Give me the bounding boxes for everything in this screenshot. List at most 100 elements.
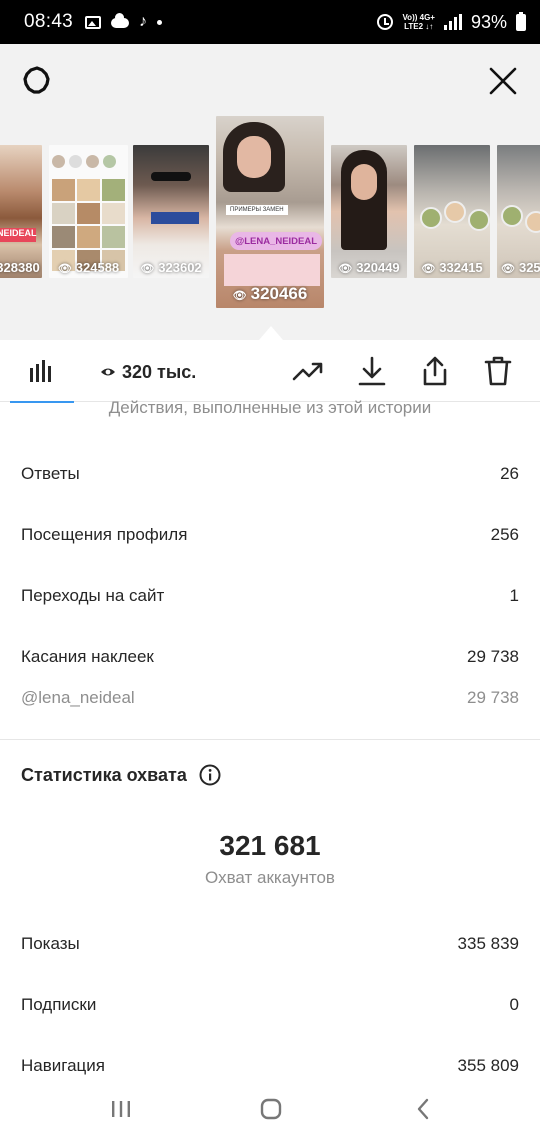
- stat-value: 26: [500, 464, 519, 483]
- delete-button[interactable]: [482, 355, 514, 387]
- status-bar: 08:43 ♪ Vo)) 4G+ LTE2 ↓↑ 93%: [0, 0, 540, 44]
- stat-label: Посещения профиля: [21, 525, 188, 544]
- story-tag: NEIDEAL: [0, 228, 37, 242]
- network-bottom-label: LTE2 ↓↑: [404, 22, 434, 31]
- photo-grid: [52, 179, 125, 271]
- stat-row-follows: Подписки 0: [21, 995, 519, 1015]
- actions-subtitle: Действия, выполненные из этой истории: [108, 398, 432, 417]
- story-thumbnail[interactable]: 👁 324588: [49, 145, 128, 278]
- network-indicator: Vo)) 4G+ LTE2 ↓↑: [402, 13, 435, 31]
- stat-label: Навигация: [21, 1056, 105, 1075]
- back-icon: [417, 1098, 429, 1120]
- story-views-count: 320466: [250, 284, 308, 303]
- eye-icon: 👁: [232, 290, 247, 302]
- views-count-label: 320 тыс.: [122, 361, 197, 382]
- story-views: 👁 320466: [216, 284, 324, 304]
- accounts-reached-label: Охват аккаунтов: [205, 868, 335, 887]
- stat-value: 1: [509, 586, 519, 605]
- profile-avatars: [52, 150, 125, 172]
- recent-apps-button[interactable]: [106, 1094, 136, 1124]
- stat-label: Касания наклеек: [21, 647, 154, 666]
- tab-insights[interactable]: [10, 340, 74, 403]
- story-thumbnail[interactable]: 👁 323602: [133, 145, 209, 278]
- story-image-detail: [223, 122, 285, 192]
- story-views-count: 328380: [0, 260, 40, 275]
- share-button[interactable]: [419, 355, 451, 387]
- stat-value: 29 738: [467, 688, 519, 707]
- story-thumbnail[interactable]: 👁 332415: [414, 145, 490, 278]
- eye-icon: 👁: [338, 263, 353, 275]
- views-count[interactable]: 320 тыс.: [100, 360, 196, 384]
- stat-label: Подписки: [21, 995, 97, 1014]
- story-image-detail: [341, 150, 387, 250]
- story-views: 👁 324588: [49, 260, 128, 275]
- stat-value: 29 738: [467, 647, 519, 666]
- stat-row-sticker-mention[interactable]: @lena_neideal 29 738: [21, 688, 519, 708]
- story-thumbnail-active[interactable]: ПРИМЕРЫ ЗАМЕН @LENA_NEIDEAL 👁 320466: [216, 116, 324, 308]
- share-icon: [423, 356, 447, 386]
- info-icon[interactable]: [199, 764, 221, 786]
- story-image-detail: [468, 209, 490, 231]
- settings-button[interactable]: [20, 64, 54, 98]
- eye-icon: 👁: [501, 263, 515, 275]
- story-views-count: 320449: [356, 260, 400, 275]
- eye-icon: [101, 368, 115, 376]
- bar-chart-icon: [30, 360, 51, 382]
- stat-label: Ответы: [21, 464, 80, 483]
- network-top-label: Vo)) 4G+: [402, 13, 435, 22]
- promote-button[interactable]: [292, 355, 324, 387]
- story-thumbnail[interactable]: 👁 325: [497, 145, 540, 278]
- cloud-icon: [111, 13, 130, 28]
- insights-toolbar: 320 тыс.: [0, 340, 540, 403]
- settings-gear-icon: [23, 66, 50, 94]
- stat-value: 256: [490, 525, 519, 544]
- system-navigation-bar: [0, 1080, 540, 1140]
- reach-section-title: Статистика охвата: [21, 764, 221, 786]
- story-views-count: 325: [518, 260, 540, 275]
- home-icon: [260, 1098, 282, 1120]
- eye-icon: 👁: [140, 263, 155, 275]
- download-button[interactable]: [356, 355, 388, 387]
- story-views: 👁 323602: [133, 260, 209, 275]
- story-text-box: [224, 254, 320, 286]
- recent-apps-icon: [112, 1101, 130, 1117]
- story-preview-area: NEIDEAL 328380 👁 324588 👁 323602 ПРИМЕРЫ З…: [0, 44, 540, 340]
- notification-dot-icon: [157, 19, 163, 25]
- story-thumbnail[interactable]: NEIDEAL 328380: [0, 145, 42, 278]
- story-views: 👁 332415: [414, 260, 490, 275]
- download-icon: [358, 356, 386, 386]
- eye-icon: 👁: [421, 263, 436, 275]
- stat-row-replies: Ответы 26: [21, 464, 519, 484]
- story-image-detail: [151, 212, 199, 224]
- close-icon: [489, 67, 517, 95]
- stat-row-profile-visits: Посещения профиля 256: [21, 525, 519, 545]
- stat-label: Переходы на сайт: [21, 586, 165, 605]
- tiktok-icon: ♪: [139, 13, 148, 30]
- trending-up-icon: [292, 362, 323, 381]
- story-image-detail: [525, 211, 540, 233]
- story-image-detail: [444, 201, 466, 223]
- close-button[interactable]: [486, 64, 520, 98]
- story-views-count: 323602: [158, 260, 202, 275]
- story-image-detail: [151, 172, 191, 181]
- story-views: 👁 325: [497, 260, 540, 275]
- stat-label: Показы: [21, 934, 80, 953]
- trash-icon: [484, 356, 512, 386]
- signal-icon: [443, 14, 462, 30]
- stat-row-website-taps: Переходы на сайт 1: [21, 586, 519, 606]
- story-views-count: 324588: [75, 260, 120, 275]
- home-button[interactable]: [256, 1094, 286, 1124]
- story-caption: ПРИМЕРЫ ЗАМЕН: [226, 205, 288, 215]
- stat-row-navigation[interactable]: Навигация 355 809: [21, 1056, 519, 1076]
- back-button[interactable]: [408, 1094, 438, 1124]
- battery-percent: 93%: [470, 11, 507, 32]
- stat-value: 335 839: [457, 934, 519, 953]
- story-views: 328380: [0, 260, 42, 275]
- story-thumbnail[interactable]: 👁 320449: [331, 145, 407, 278]
- story-image-detail: [420, 207, 442, 229]
- stat-value: 0: [509, 995, 519, 1014]
- gallery-icon: [85, 15, 102, 29]
- story-views: 👁 320449: [331, 260, 407, 275]
- stat-row-impressions: Показы 335 839: [21, 934, 519, 954]
- story-views-count: 332415: [439, 260, 483, 275]
